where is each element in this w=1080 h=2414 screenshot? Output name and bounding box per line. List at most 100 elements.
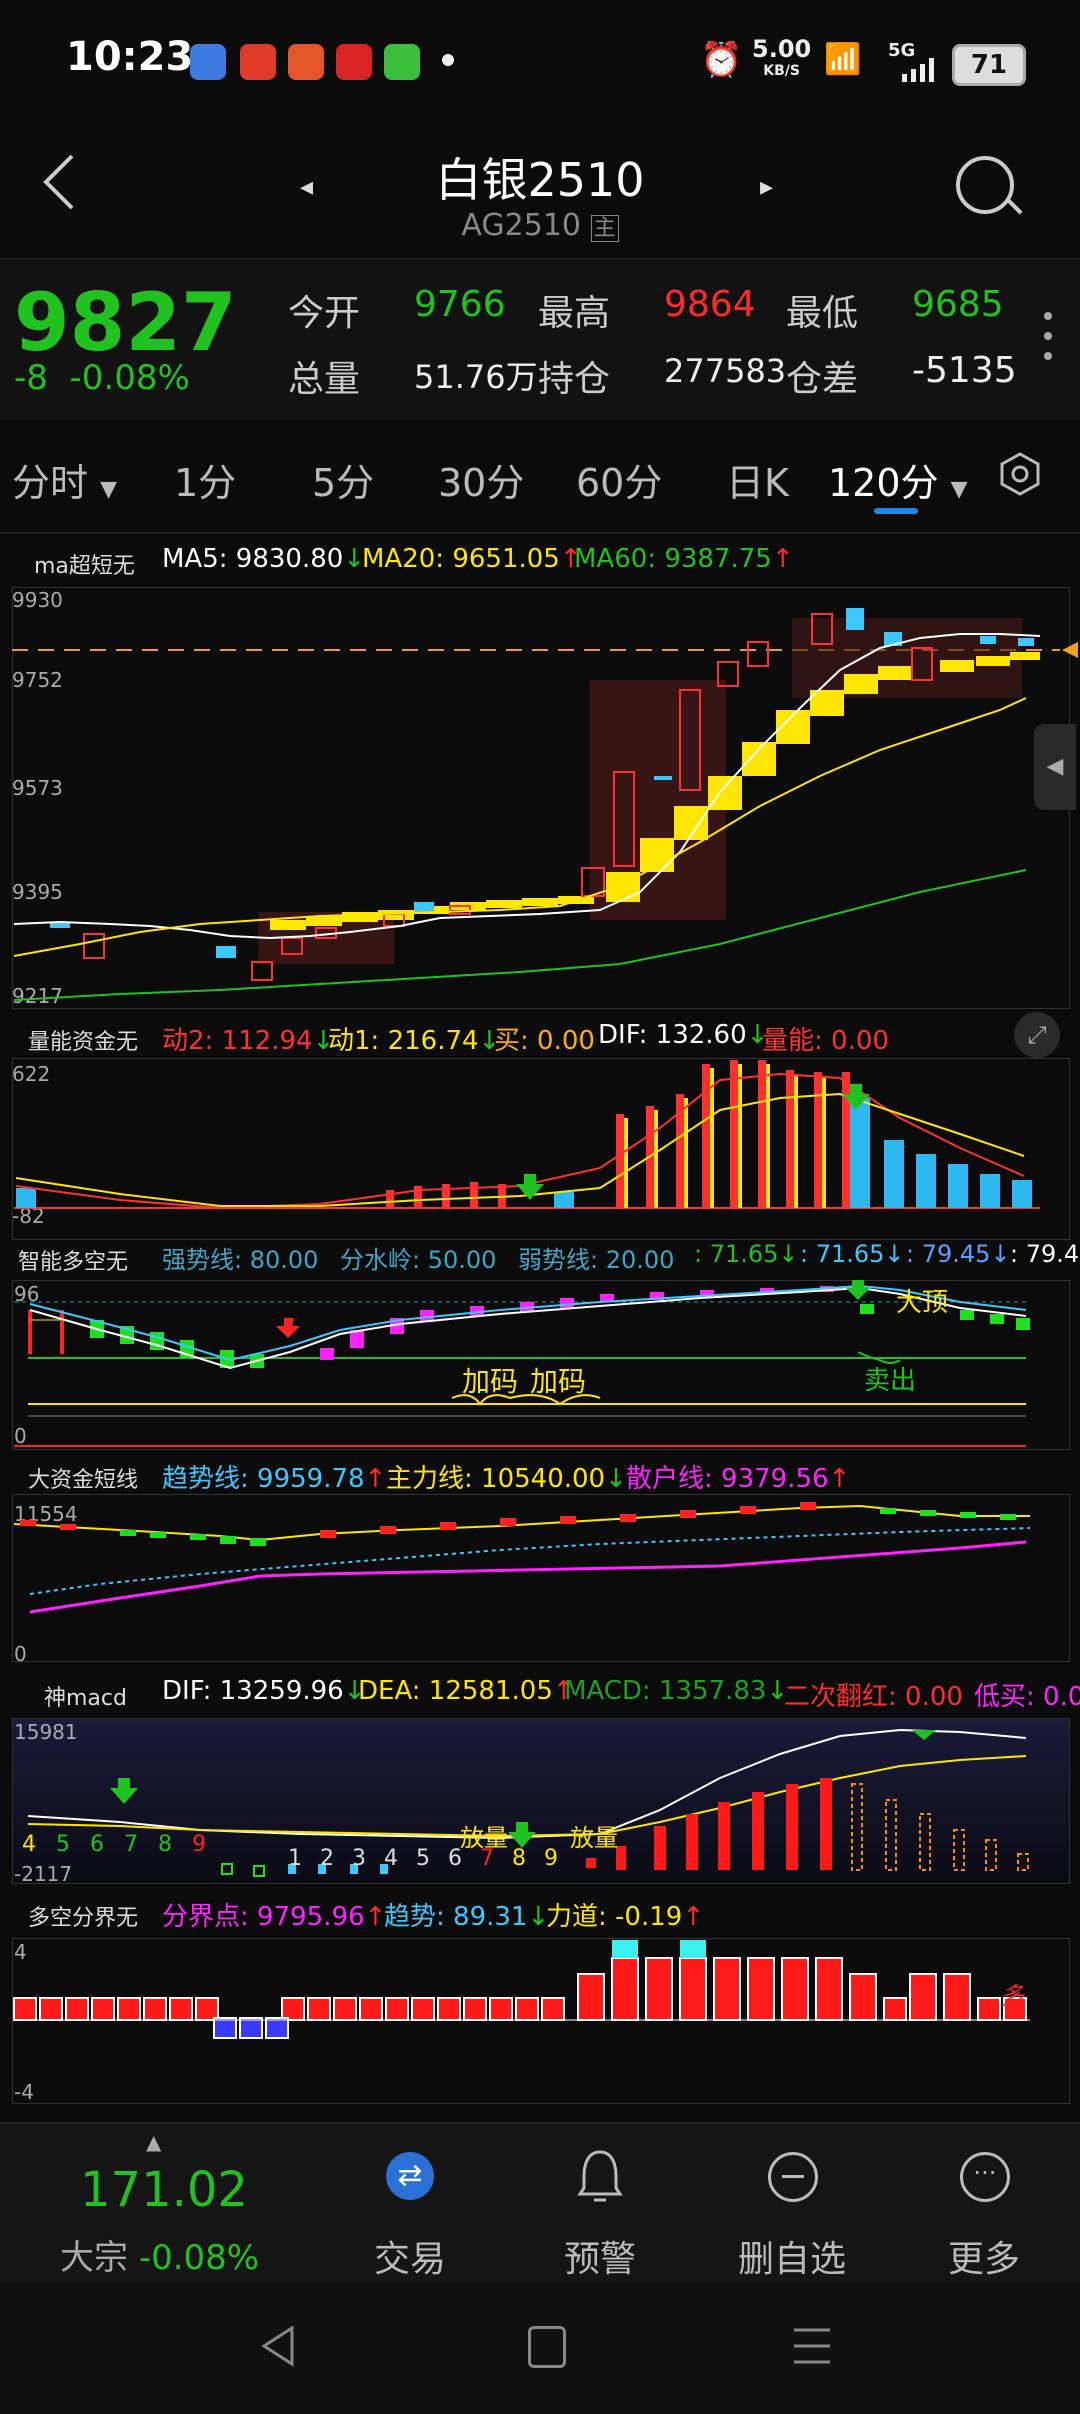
tab-1min[interactable]: 1分 bbox=[174, 452, 236, 507]
macd-count-1: 456789 bbox=[22, 1832, 226, 1857]
add-position-label-2: 加码 bbox=[530, 1365, 587, 1398]
nav-home-icon[interactable] bbox=[528, 2326, 566, 2368]
battery-indicator: 71 bbox=[952, 44, 1026, 86]
tab-time[interactable]: 分时 ▼ bbox=[12, 452, 117, 507]
volume-up-label-2: 放量 bbox=[570, 1824, 618, 1852]
weather-app-icon bbox=[190, 44, 226, 80]
news-app-icon bbox=[336, 44, 372, 80]
volume-label: 总量 bbox=[288, 359, 361, 400]
high-label: 最高 bbox=[538, 293, 611, 334]
fund-panel-name[interactable]: 大资金短线 bbox=[28, 1462, 138, 1494]
smart-value-4: : 79.45 bbox=[1010, 1240, 1080, 1268]
smart-value-3: : 79.45↓ bbox=[906, 1240, 1011, 1268]
remove-watch-icon[interactable] bbox=[768, 2152, 818, 2202]
watershed-value: 分水岭: 50.00 bbox=[340, 1246, 497, 1274]
volume-panel-name[interactable]: 量能资金无 bbox=[28, 1024, 138, 1056]
low-buy-value: 低买: 0.0 bbox=[974, 1682, 1080, 1712]
dif-value: DIF: 132.60↓ bbox=[598, 1020, 769, 1050]
buy-value: 买: 0.00 bbox=[494, 1026, 595, 1056]
dong1-value: 动1: 216.74↓ bbox=[328, 1026, 501, 1056]
video-app-icon bbox=[240, 44, 276, 80]
message-app-icon bbox=[384, 44, 420, 80]
ma5-value: MA5: 9830.80↓ bbox=[162, 544, 366, 574]
last-price: 9827 bbox=[14, 276, 237, 369]
active-tab-indicator bbox=[874, 508, 918, 514]
index-label[interactable]: 大宗 -0.08% bbox=[60, 2230, 259, 2279]
retail-line-value: 散户线: 9379.56↑ bbox=[626, 1464, 851, 1494]
contract-code: AG2510 主 bbox=[0, 208, 1080, 243]
open-label: 今开 bbox=[288, 293, 361, 334]
main-indicator-name[interactable]: ma超短无 bbox=[34, 548, 135, 580]
search-icon[interactable] bbox=[956, 156, 1014, 214]
oi-label: 持仓 bbox=[538, 359, 611, 400]
weak-line-value: 弱势线: 20.00 bbox=[518, 1246, 675, 1274]
alarm-icon: ⏰ bbox=[700, 40, 743, 80]
tab-daily[interactable]: 日K bbox=[726, 452, 789, 507]
tab-60min[interactable]: 60分 bbox=[576, 452, 662, 507]
candlestick-chart[interactable] bbox=[0, 580, 1080, 1010]
page-title: 白银2510 bbox=[435, 153, 645, 207]
oi-diff-value: -5135 bbox=[912, 350, 1017, 391]
bull-panel-name[interactable]: 多空分界无 bbox=[28, 1900, 138, 1932]
volume-value: 51.76万 bbox=[414, 358, 538, 396]
trade-button[interactable]: 交易 bbox=[340, 2230, 480, 2282]
ma20-value: MA20: 9651.05↑ bbox=[362, 544, 582, 574]
trend-value: 趋势: 89.31↓ bbox=[384, 1902, 550, 1932]
volume-up-label-1: 放量 bbox=[460, 1824, 508, 1852]
ma60-value: MA60: 9387.75↑ bbox=[574, 544, 794, 574]
macd-panel-name[interactable]: 神macd bbox=[44, 1680, 127, 1712]
nav-menu-icon[interactable] bbox=[792, 2326, 832, 2370]
open-value: 9766 bbox=[414, 284, 506, 325]
settings-hexagon-icon[interactable] bbox=[998, 452, 1042, 496]
signal-icon bbox=[900, 58, 940, 86]
bull-tag-label: 多 bbox=[1000, 1982, 1024, 2010]
sell-label: 卖出 bbox=[864, 1366, 917, 1396]
alert-button[interactable]: 预警 bbox=[530, 2230, 670, 2282]
main-line-value: 主力线: 10540.00↓ bbox=[386, 1464, 627, 1494]
index-caret-icon: ▲ bbox=[146, 2130, 162, 2154]
status-time: 10:23 bbox=[66, 34, 194, 80]
listen-app-icon bbox=[288, 44, 324, 80]
fund-chart[interactable] bbox=[0, 1494, 1080, 1660]
macd-dif-value: DIF: 13259.96↓ bbox=[162, 1676, 366, 1706]
volume-chart[interactable] bbox=[0, 1058, 1080, 1238]
tab-5min[interactable]: 5分 bbox=[312, 452, 374, 507]
side-collapse-handle[interactable]: ◀ bbox=[1034, 724, 1076, 810]
high-value: 9864 bbox=[664, 284, 756, 325]
trade-icon[interactable]: ⇄ bbox=[386, 2152, 434, 2200]
low-value: 9685 bbox=[912, 284, 1004, 325]
oi-diff-label: 仓差 bbox=[786, 359, 859, 400]
tab-30min[interactable]: 30分 bbox=[438, 452, 524, 507]
remove-watchlist-button[interactable]: 删自选 bbox=[722, 2230, 862, 2282]
strong-line-value: 强势线: 80.00 bbox=[162, 1246, 319, 1274]
next-contract-arrow-icon[interactable]: ▸ bbox=[760, 172, 773, 202]
big-top-label: 大顶 bbox=[896, 1288, 949, 1318]
macd-value: MACD: 1357.83↓ bbox=[564, 1676, 789, 1706]
second-red-value: 二次翻红: 0.00 bbox=[784, 1682, 963, 1712]
wifi-icon: 📶 bbox=[824, 42, 862, 77]
tab-120min[interactable]: 120分 ▼ bbox=[828, 452, 968, 507]
oi-value: 277583 bbox=[664, 352, 787, 390]
macd-dea-value: DEA: 12581.05↑ bbox=[358, 1676, 575, 1706]
energy-value: 量能: 0.00 bbox=[762, 1026, 889, 1056]
smart-value-1: : 71.65↓ bbox=[694, 1240, 799, 1268]
price-change: -8 -0.08% bbox=[14, 358, 190, 398]
net-speed: 5.00 KB/S bbox=[752, 35, 812, 79]
smart-panel-name[interactable]: 智能多空无 bbox=[18, 1244, 128, 1276]
more-dots-icon[interactable]: ··· bbox=[960, 2152, 1010, 2202]
force-value: 力道: -0.19↑ bbox=[546, 1902, 705, 1932]
trend-line-value: 趋势线: 9959.78↑ bbox=[162, 1464, 387, 1494]
bell-icon[interactable] bbox=[576, 2148, 624, 2208]
more-options-icon[interactable] bbox=[1044, 312, 1052, 372]
smart-value-2: : 71.65↓ bbox=[800, 1240, 905, 1268]
index-value[interactable]: 171.02 bbox=[80, 2162, 248, 2218]
divide-point-value: 分界点: 9795.96↑ bbox=[162, 1902, 387, 1932]
nav-back-icon[interactable] bbox=[258, 2324, 298, 2372]
expand-icon[interactable]: ⤢ bbox=[1014, 1012, 1060, 1058]
add-position-label-1: 加码 bbox=[462, 1365, 519, 1398]
dong2-value: 动2: 112.94↓ bbox=[162, 1026, 335, 1056]
more-button[interactable]: 更多 bbox=[914, 2230, 1054, 2282]
low-label: 最低 bbox=[786, 293, 859, 334]
notification-dot-icon bbox=[442, 54, 454, 66]
bull-bear-chart[interactable] bbox=[0, 1938, 1080, 2102]
